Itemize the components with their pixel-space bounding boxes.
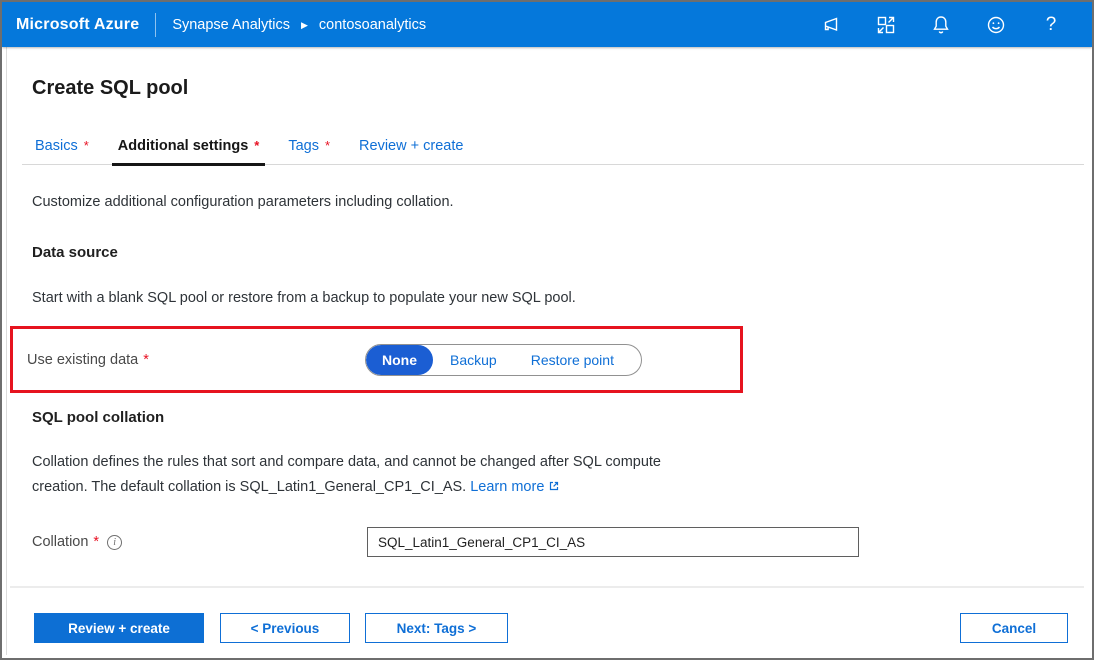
info-icon[interactable]: i xyxy=(107,535,122,550)
topbar-divider xyxy=(155,13,156,37)
breadcrumb-synapse-analytics[interactable]: Synapse Analytics xyxy=(172,17,290,33)
smiley-feedback-icon[interactable] xyxy=(985,14,1007,36)
toggle-option-restore-point[interactable]: Restore point xyxy=(514,345,631,375)
required-asterisk: * xyxy=(143,352,149,368)
help-icon[interactable]: ? xyxy=(1040,14,1062,36)
required-asterisk: * xyxy=(254,138,259,153)
intro-text: Customize additional configuration param… xyxy=(32,190,1092,215)
breadcrumb-separator-icon: ▶ xyxy=(301,20,308,31)
collation-description: Collation defines the rules that sort an… xyxy=(32,450,812,500)
tab-strip: Basics* Additional settings* Tags* Revie… xyxy=(22,136,1084,165)
external-link-icon xyxy=(548,480,560,496)
footer-divider xyxy=(10,586,1084,588)
toggle-option-none[interactable]: None xyxy=(366,345,433,375)
required-asterisk: * xyxy=(84,138,89,153)
use-existing-data-toggle: None Backup Restore point xyxy=(365,344,642,376)
tab-review-create[interactable]: Review + create xyxy=(356,136,466,164)
directory-switch-icon[interactable] xyxy=(875,14,897,36)
microsoft-azure-logo[interactable]: Microsoft Azure xyxy=(16,16,139,34)
use-existing-data-label: Use existing data* xyxy=(27,352,149,368)
sql-pool-collation-heading: SQL pool collation xyxy=(32,409,1092,426)
tab-tags[interactable]: Tags* xyxy=(285,136,333,164)
collation-label: Collation* i xyxy=(32,534,367,550)
learn-more-link[interactable]: Learn more xyxy=(470,479,560,495)
toggle-option-backup[interactable]: Backup xyxy=(433,345,514,375)
data-source-description: Start with a blank SQL pool or restore f… xyxy=(32,286,1092,311)
breadcrumb-contosoanalytics[interactable]: contosoanalytics xyxy=(319,17,426,33)
red-highlight-box: Use existing data* None Backup Restore p… xyxy=(10,326,743,393)
create-sql-pool-blade: Create SQL pool Basics* Additional setti… xyxy=(2,77,1092,557)
required-asterisk: * xyxy=(93,534,99,550)
azure-top-bar: Microsoft Azure Synapse Analytics ▶ cont… xyxy=(2,2,1092,47)
next-tags-button[interactable]: Next: Tags > xyxy=(365,613,508,643)
cancel-button[interactable]: Cancel xyxy=(960,613,1068,643)
bell-icon[interactable] xyxy=(930,14,952,36)
help-glyph: ? xyxy=(1046,14,1057,36)
megaphone-icon[interactable] xyxy=(820,14,842,36)
collation-input[interactable] xyxy=(367,527,859,557)
page-title: Create SQL pool xyxy=(32,77,1092,100)
collation-description-line1: Collation defines the rules that sort an… xyxy=(32,450,812,475)
breadcrumb: Synapse Analytics ▶ contosoanalytics xyxy=(172,17,426,33)
footer-button-bar: Review + create < Previous Next: Tags > … xyxy=(34,613,1068,643)
previous-button[interactable]: < Previous xyxy=(220,613,350,643)
tab-additional-settings[interactable]: Additional settings* xyxy=(115,136,263,164)
collation-description-line2: creation. The default collation is SQL_L… xyxy=(32,479,466,495)
create-sql-pool-window: Microsoft Azure Synapse Analytics ▶ cont… xyxy=(0,0,1094,660)
collation-field-row: Collation* i xyxy=(32,527,1092,557)
topbar-icon-group: ? xyxy=(820,14,1092,36)
blade-edge-line xyxy=(6,47,7,655)
tab-basics[interactable]: Basics* xyxy=(32,136,92,164)
required-asterisk: * xyxy=(325,138,330,153)
data-source-heading: Data source xyxy=(32,244,1092,261)
review-create-button[interactable]: Review + create xyxy=(34,613,204,643)
